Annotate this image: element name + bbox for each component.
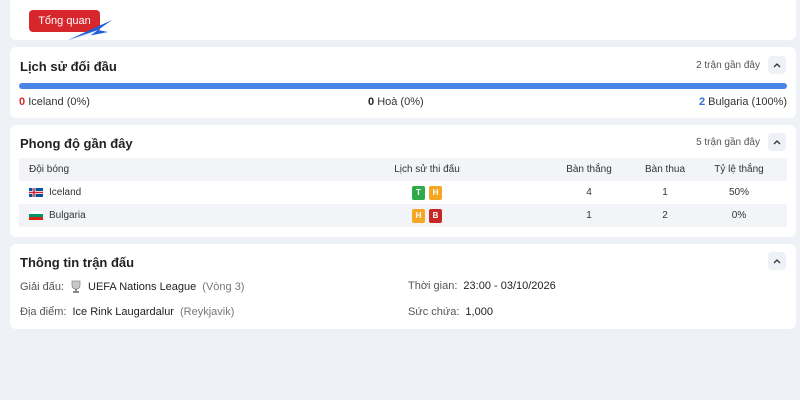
form-collapse-button[interactable]: [768, 133, 786, 151]
h2h-away: 2 Bulgaria (100%): [698, 96, 787, 108]
form-header-right: 5 trận gần đây: [696, 133, 786, 151]
header-losses: Bàn thua: [644, 164, 686, 175]
h2h-ratio-bar: [19, 83, 787, 89]
match-time: 23:00 - 03/10/2026: [463, 280, 556, 292]
header-history: Lịch sử thi đấu: [394, 164, 460, 175]
h2h-collapse-button[interactable]: [768, 56, 786, 74]
info-header-right: [768, 252, 786, 270]
time-row: Thời gian: 23:00 - 03/10/2026: [408, 280, 556, 292]
result-badges: T H: [387, 181, 467, 204]
wins-value: 1: [586, 210, 592, 221]
venue-label: Địa điểm:: [20, 306, 67, 318]
league-round: (Vòng 3): [202, 281, 245, 293]
team-cell: Iceland: [29, 181, 81, 204]
result-badge: B: [429, 208, 442, 223]
table-row[interactable]: Bulgaria H B 1 2 0%: [19, 204, 787, 227]
trophy-icon: [71, 280, 81, 293]
league-row: Giải đấu: UEFA Nations League (Vòng 3): [20, 280, 244, 294]
result-badge: H: [412, 208, 425, 223]
h2h-section: Lịch sử đối đầu 2 trận gần đây 0 Iceland…: [10, 47, 796, 118]
losses-value: 2: [662, 210, 668, 221]
table-header: Đội bóng Lịch sử thi đấu Bàn thắng Bàn t…: [19, 158, 787, 181]
team-name: Bulgaria: [49, 210, 86, 221]
match-info-title: Thông tin trận đấu: [20, 255, 135, 270]
bulgaria-flag-icon: [29, 211, 43, 220]
info-collapse-button[interactable]: [768, 252, 786, 270]
header-team: Đội bóng: [29, 164, 70, 175]
h2h-home: 0 Iceland (0%): [19, 96, 90, 108]
rate-value: 50%: [728, 187, 749, 198]
iceland-flag-icon: [29, 188, 43, 197]
form-title: Phong độ gần đây: [20, 136, 133, 151]
match-info-section: Thông tin trận đấu Giải đấu: UEFA Nation…: [10, 244, 796, 329]
table-row[interactable]: Iceland T H 4 1 50%: [19, 181, 787, 204]
header-wins: Bàn thắng: [566, 164, 612, 175]
h2h-draw: 0 Hoà (0%): [368, 96, 424, 108]
chevron-up-icon: [773, 258, 781, 263]
league-label: Giải đấu:: [20, 281, 65, 293]
result-badges: H B: [387, 204, 467, 227]
chevron-up-icon: [773, 139, 781, 144]
capacity-row: Sức chứa: 1,000: [408, 306, 493, 318]
losses-value: 1: [662, 187, 668, 198]
wins-value: 4: [586, 187, 592, 198]
team-cell: Bulgaria: [29, 204, 86, 227]
capacity-value: 1,000: [465, 306, 493, 318]
h2h-summary: 0 Iceland (0%) 0 Hoà (0%) 2 Bulgaria (10…: [19, 96, 787, 110]
league-name[interactable]: UEFA Nations League: [88, 281, 196, 293]
team-name: Iceland: [49, 187, 82, 198]
time-label: Thời gian:: [408, 280, 458, 292]
venue-name: Ice Rink Laugardalur: [72, 306, 174, 318]
h2h-recent-count: 2 trận gần đây: [696, 59, 760, 71]
rate-value: 0%: [731, 210, 747, 221]
h2h-title: Lịch sử đối đầu: [20, 59, 117, 74]
result-badge: H: [429, 185, 442, 200]
form-recent-count: 5 trận gần đây: [696, 136, 760, 148]
top-bar: Tổng quan: [10, 0, 796, 40]
header-rate: Tỷ lệ thắng: [714, 164, 764, 175]
logo-icon: [68, 20, 112, 40]
chevron-up-icon: [773, 62, 781, 67]
result-badge: T: [412, 185, 425, 200]
h2h-header-right: 2 trận gần đây: [696, 56, 786, 74]
form-table: Đội bóng Lịch sử thi đấu Bàn thắng Bàn t…: [19, 158, 787, 227]
capacity-label: Sức chứa:: [408, 306, 460, 318]
venue-city: (Reykjavik): [179, 306, 235, 318]
form-section: Phong độ gần đây 5 trận gần đây Đội bóng…: [10, 125, 796, 237]
venue-row: Địa điểm: Ice Rink Laugardalur (Reykjavi…: [20, 306, 234, 318]
